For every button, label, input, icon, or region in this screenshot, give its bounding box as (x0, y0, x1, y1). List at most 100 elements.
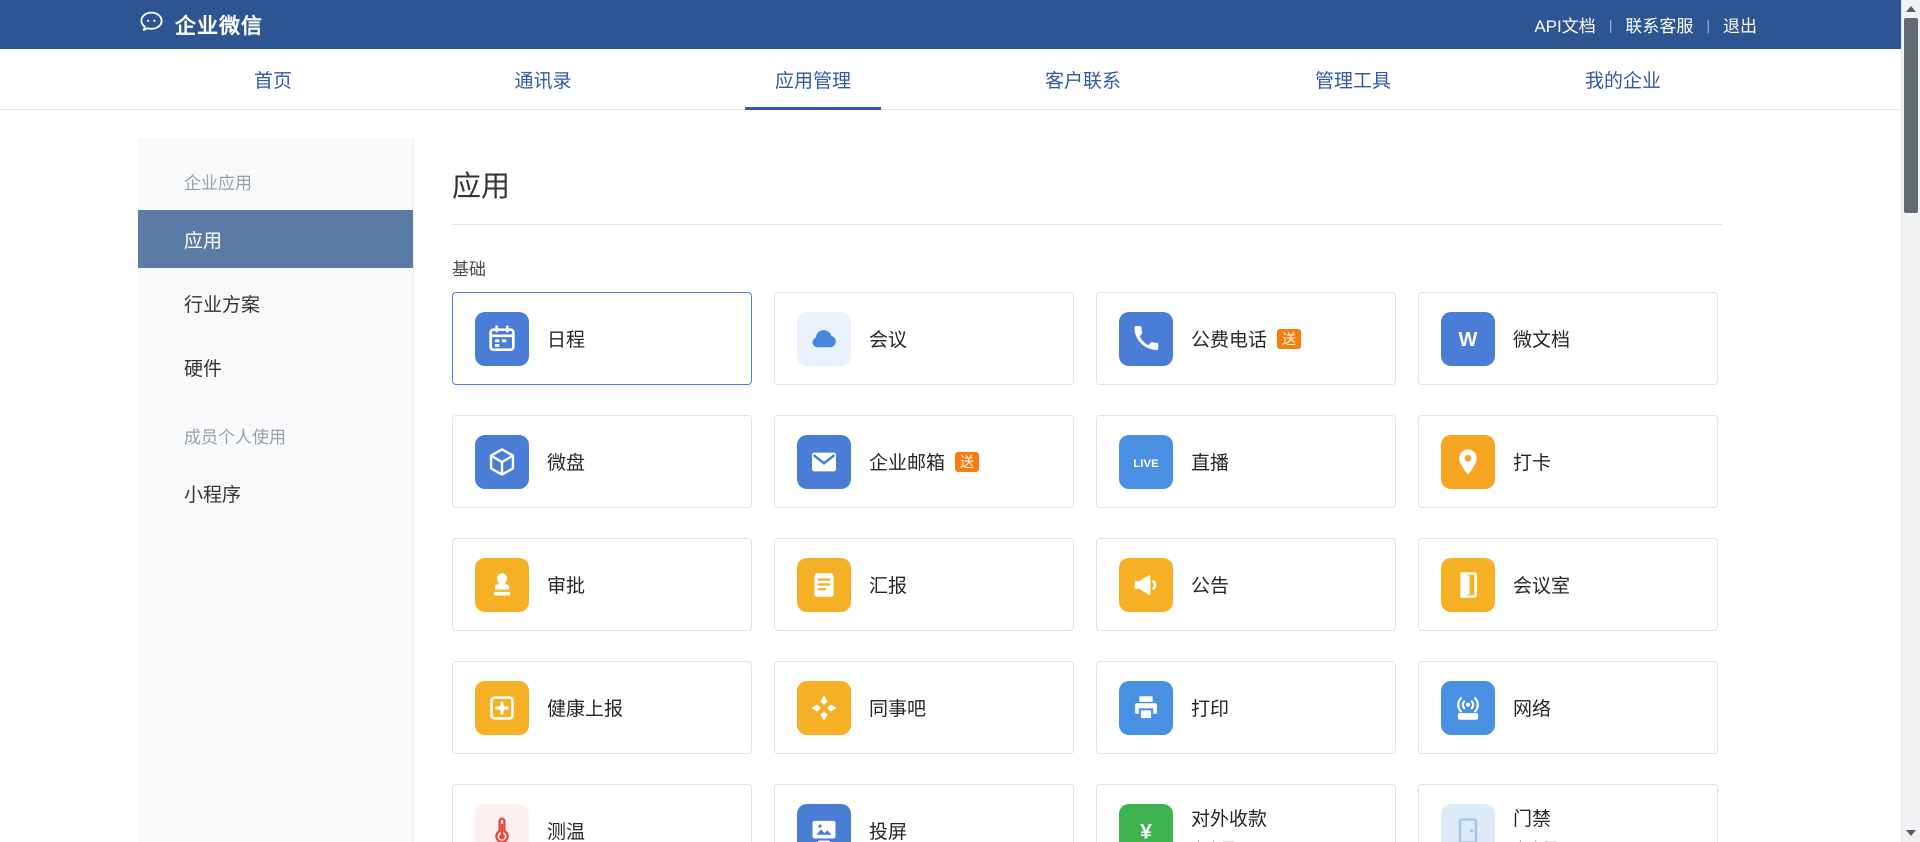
thermometer-icon (475, 804, 529, 842)
nav-item-label: 首页 (254, 66, 292, 93)
app-name: 微文档 (1513, 325, 1570, 352)
svg-text:W: W (1459, 329, 1478, 351)
brand-name: 企业微信 (175, 10, 263, 40)
letter-w-icon: W (1441, 312, 1495, 366)
app-name: 企业邮箱 (869, 448, 945, 475)
cloud-icon (797, 312, 851, 366)
sidebar: 企业应用应用行业方案硬件成员个人使用小程序 (138, 138, 414, 842)
app-card-stamp[interactable]: 审批 (452, 538, 752, 631)
svg-text:¥: ¥ (1140, 819, 1152, 842)
app-card-calendar[interactable]: 日程 (452, 292, 752, 385)
app-card-yuan[interactable]: ¥对外收款未启用 (1096, 784, 1396, 842)
app-status: 未启用 (1513, 837, 1558, 842)
sidebar-item-hardware[interactable]: 硬件 (138, 338, 413, 396)
main-nav: 首页 通讯录 应用管理 客户联系 管理工具 我的企业 (0, 49, 1920, 110)
app-card-mail[interactable]: 企业邮箱送 (774, 415, 1074, 508)
app-card-door-access[interactable]: 门禁未启用 (1418, 784, 1718, 842)
nav-item-label: 应用管理 (775, 66, 851, 93)
main-content: 应用 基础 日程会议公费电话送W微文档微盘企业邮箱送LIVE直播打卡审批汇报公告… (414, 138, 1757, 842)
app-name: 直播 (1191, 448, 1229, 475)
app-status: 未启用 (1191, 837, 1267, 842)
nav-item-home[interactable]: 首页 (138, 49, 408, 109)
gift-badge: 送 (1277, 329, 1301, 349)
top-link-api-docs[interactable]: API文档 (1534, 12, 1595, 37)
app-name: 网络 (1513, 694, 1551, 721)
nav-item-customer-contact[interactable]: 客户联系 (948, 49, 1218, 109)
up-arrow-icon (1906, 6, 1916, 12)
app-name: 审批 (547, 571, 585, 598)
app-card-router[interactable]: 网络 (1418, 661, 1718, 754)
nav-item-app-management[interactable]: 应用管理 (678, 49, 948, 109)
app-card-health[interactable]: 健康上报 (452, 661, 752, 754)
door-access-icon (1441, 804, 1495, 842)
report-icon (797, 558, 851, 612)
app-card-megaphone[interactable]: 公告 (1096, 538, 1396, 631)
pin-icon (1441, 435, 1495, 489)
pinwheel-icon (797, 681, 851, 735)
app-card-thermometer[interactable]: 测温 (452, 784, 752, 842)
printer-icon (1119, 681, 1173, 735)
topbar-inner: 企业微信 API文档|联系客服|退出 (138, 0, 1757, 49)
nav-item-label: 我的企业 (1585, 66, 1661, 93)
app-card-report[interactable]: 汇报 (774, 538, 1074, 631)
gift-badge: 送 (955, 452, 979, 472)
app-card-live[interactable]: LIVE 直播 (1096, 415, 1396, 508)
app-name: 打印 (1191, 694, 1229, 721)
nav-item-admin-tools[interactable]: 管理工具 (1218, 49, 1488, 109)
app-card-printer[interactable]: 打印 (1096, 661, 1396, 754)
cube-icon (475, 435, 529, 489)
top-link-logout[interactable]: 退出 (1723, 12, 1757, 37)
nav-item-my-company[interactable]: 我的企业 (1488, 49, 1758, 109)
topbar-links: API文档|联系客服|退出 (1534, 12, 1757, 37)
live-icon: LIVE (1119, 435, 1173, 489)
app-card-cast[interactable]: 投屏 (774, 784, 1074, 842)
sidebar-section-header: 成员个人使用 (138, 412, 413, 458)
scroll-thumb[interactable] (1904, 18, 1918, 213)
sidebar-item-mini-programs[interactable]: 小程序 (138, 464, 413, 522)
top-link-contact-support[interactable]: 联系客服 (1625, 12, 1693, 37)
app-card-letter-w[interactable]: W 微文档 (1418, 292, 1718, 385)
topbar: 企业微信 API文档|联系客服|退出 (0, 0, 1920, 49)
yuan-icon: ¥ (1119, 804, 1173, 842)
brand[interactable]: 企业微信 (138, 9, 263, 41)
app-card-pinwheel[interactable]: 同事吧 (774, 661, 1074, 754)
app-name: 门禁 (1513, 804, 1551, 831)
brand-logo-icon (138, 9, 165, 41)
app-name: 微盘 (547, 448, 585, 475)
app-card-door[interactable]: 会议室 (1418, 538, 1718, 631)
cast-icon (797, 804, 851, 842)
stamp-icon (475, 558, 529, 612)
nav-item-label: 管理工具 (1315, 66, 1391, 93)
app-card-pin[interactable]: 打卡 (1418, 415, 1718, 508)
calendar-icon (475, 312, 529, 366)
door-icon (1441, 558, 1495, 612)
app-name: 会议 (869, 325, 907, 352)
app-name: 汇报 (869, 571, 907, 598)
router-icon (1441, 681, 1495, 735)
app-name: 打卡 (1513, 448, 1551, 475)
app-card-phone[interactable]: 公费电话送 (1096, 292, 1396, 385)
phone-icon (1119, 312, 1173, 366)
app-name: 会议室 (1513, 571, 1570, 598)
scroll-down-button[interactable] (1902, 824, 1920, 842)
megaphone-icon (1119, 558, 1173, 612)
health-icon (475, 681, 529, 735)
nav-item-label: 客户联系 (1045, 66, 1121, 93)
nav-item-contacts[interactable]: 通讯录 (408, 49, 678, 109)
app-card-cloud[interactable]: 会议 (774, 292, 1074, 385)
app-name: 同事吧 (869, 694, 926, 721)
sidebar-item-industry-solutions[interactable]: 行业方案 (138, 274, 413, 332)
link-separator: | (1609, 17, 1613, 33)
main-nav-inner: 首页 通讯录 应用管理 客户联系 管理工具 我的企业 (138, 49, 1758, 109)
nav-item-label: 通讯录 (514, 66, 571, 93)
page-title: 应用 (452, 166, 1722, 208)
app-name: 日程 (547, 325, 585, 352)
app-card-cube[interactable]: 微盘 (452, 415, 752, 508)
sidebar-item-apps[interactable]: 应用 (138, 210, 413, 268)
app-name: 测温 (547, 817, 585, 842)
app-name: 公费电话 (1191, 325, 1267, 352)
app-name: 投屏 (869, 817, 907, 842)
scrollbar[interactable] (1901, 0, 1920, 842)
section-label: 基础 (452, 255, 1722, 280)
scroll-up-button[interactable] (1902, 0, 1920, 18)
